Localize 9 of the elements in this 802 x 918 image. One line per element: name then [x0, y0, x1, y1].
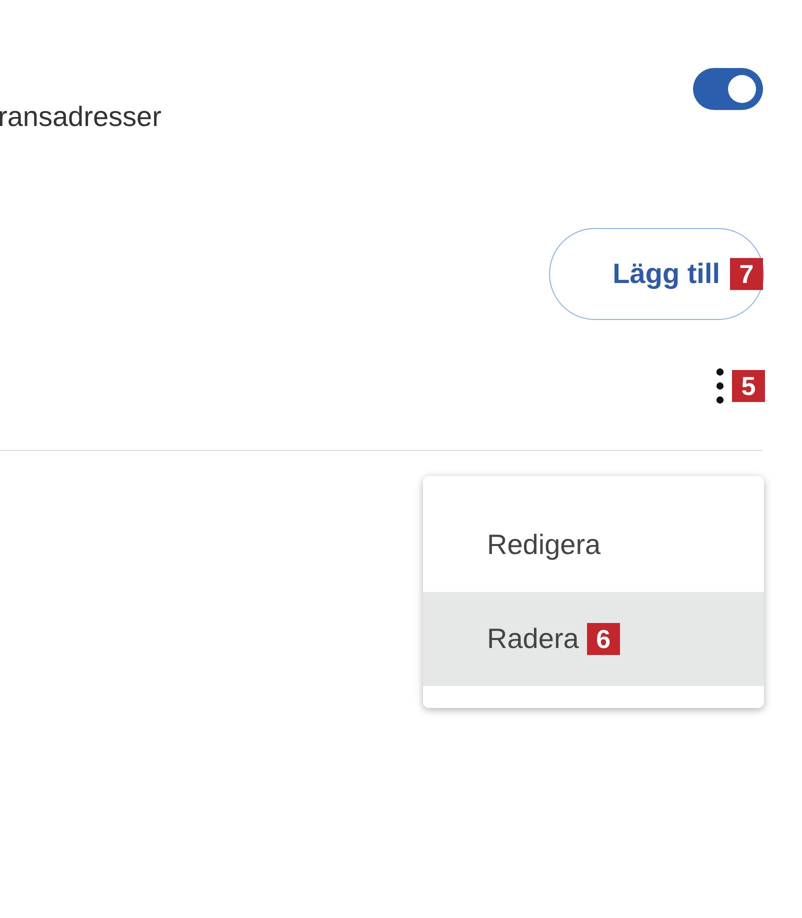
toggle-switch[interactable]	[693, 68, 763, 110]
menu-item[interactable]: Redigera	[423, 498, 764, 592]
number-marker: 6	[586, 623, 620, 655]
menu-item[interactable]: Radera 6	[423, 592, 764, 686]
number-marker: 7	[730, 258, 763, 290]
more-icon[interactable]	[716, 368, 724, 404]
setting-label: ransadresser	[0, 100, 162, 134]
add-button[interactable]: Lägg till 7	[549, 228, 764, 320]
number-marker: 5	[732, 370, 765, 402]
